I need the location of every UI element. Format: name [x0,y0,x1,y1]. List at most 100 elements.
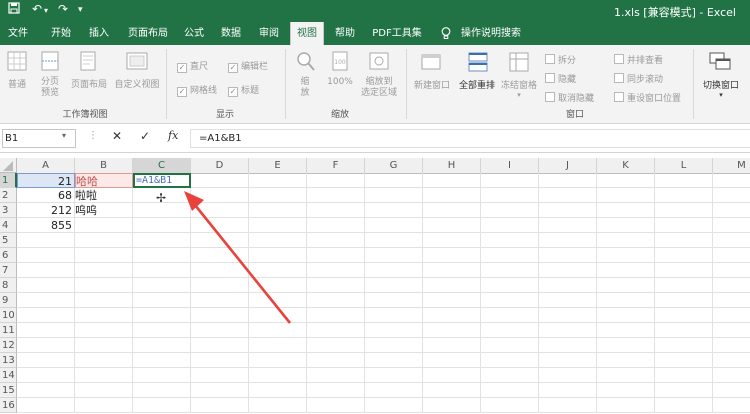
split-button[interactable]: 拆分 [545,53,576,66]
zoom-100-icon[interactable]: 100 [330,51,350,76]
cell-k15[interactable] [597,383,655,398]
cell-b12[interactable] [75,338,133,353]
cell-m8[interactable] [713,278,750,293]
cell-f2[interactable] [307,188,365,203]
cell-f15[interactable] [307,383,365,398]
column-header[interactable]: D [191,158,249,174]
cell-m2[interactable] [713,188,750,203]
cell-b8[interactable] [75,278,133,293]
cell-f16[interactable] [307,398,365,413]
cell-k16[interactable] [597,398,655,413]
cell-c12[interactable] [133,338,191,353]
cell-b13[interactable] [75,353,133,368]
cell-b14[interactable] [75,368,133,383]
ruler-checkbox[interactable]: 直尺 [177,59,208,73]
reset-position-button[interactable]: 重设窗口位置 [614,91,681,104]
cell-k10[interactable] [597,308,655,323]
cell-e12[interactable] [249,338,307,353]
cell-h13[interactable] [423,353,481,368]
cell-h6[interactable] [423,248,481,263]
cell-l1[interactable] [655,173,713,188]
cell-f8[interactable] [307,278,365,293]
cell-e14[interactable] [249,368,307,383]
tab-help[interactable]: 帮助 [330,22,360,45]
column-header[interactable]: F [307,158,365,174]
cell-f5[interactable] [307,233,365,248]
zoom-100-label[interactable]: 100% [324,77,356,87]
cell-e15[interactable] [249,383,307,398]
cell-l16[interactable] [655,398,713,413]
cell-f3[interactable] [307,203,365,218]
column-header[interactable]: M [713,158,750,174]
custom-views-label[interactable]: 自定义视图 [112,77,162,90]
cell-h9[interactable] [423,293,481,308]
cell-j13[interactable] [539,353,597,368]
cell-l7[interactable] [655,263,713,278]
normal-view-icon[interactable] [7,51,27,74]
cell-h7[interactable] [423,263,481,278]
cell-j1[interactable] [539,173,597,188]
cell-i8[interactable] [481,278,539,293]
cell-f12[interactable] [307,338,365,353]
formula-input[interactable]: =A1&B1 [190,129,750,148]
cell-i9[interactable] [481,293,539,308]
tab-page-layout[interactable]: 页面布局 [122,22,174,45]
cell-m9[interactable] [713,293,750,308]
row-header[interactable]: 8 [0,278,17,293]
tab-file[interactable]: 文件 [4,22,32,45]
cell-b7[interactable] [75,263,133,278]
cell-j4[interactable] [539,218,597,233]
tab-view[interactable]: 视图 [290,22,324,45]
cell-g10[interactable] [365,308,423,323]
cell-b1[interactable]: 哈哈 [75,173,133,188]
cell-a7[interactable] [17,263,75,278]
cell-i7[interactable] [481,263,539,278]
cell-b16[interactable] [75,398,133,413]
cell-g1[interactable] [365,173,423,188]
cell-g3[interactable] [365,203,423,218]
cell-l6[interactable] [655,248,713,263]
cell-k3[interactable] [597,203,655,218]
cell-f4[interactable] [307,218,365,233]
cell-a10[interactable] [17,308,75,323]
cell-e16[interactable] [249,398,307,413]
cell-k12[interactable] [597,338,655,353]
row-header[interactable]: 1 [0,173,17,188]
cell-h12[interactable] [423,338,481,353]
cell-i14[interactable] [481,368,539,383]
cell-m7[interactable] [713,263,750,278]
new-window-label[interactable]: 新建窗口 [410,78,454,91]
cell-c15[interactable] [133,383,191,398]
column-header[interactable]: B [75,158,133,174]
customize-toolbar-icon[interactable]: ▾ [78,5,83,15]
column-header[interactable]: J [539,158,597,174]
hide-button[interactable]: 隐藏 [545,72,576,85]
cell-j8[interactable] [539,278,597,293]
cell-j10[interactable] [539,308,597,323]
row-header[interactable]: 15 [0,383,17,398]
row-header[interactable]: 5 [0,233,17,248]
cell-c14[interactable] [133,368,191,383]
redo-icon[interactable]: ↷ [58,2,68,16]
row-header[interactable]: 4 [0,218,17,233]
row-header[interactable]: 14 [0,368,17,383]
row-header[interactable]: 12 [0,338,17,353]
cell-h8[interactable] [423,278,481,293]
cell-k2[interactable] [597,188,655,203]
column-header[interactable]: A [17,158,75,174]
cell-h14[interactable] [423,368,481,383]
cell-j14[interactable] [539,368,597,383]
cell-f1[interactable] [307,173,365,188]
cell-b11[interactable] [75,323,133,338]
unhide-button[interactable]: 取消隐藏 [545,91,594,104]
column-header[interactable]: I [481,158,539,174]
cell-m3[interactable] [713,203,750,218]
view-side-by-side-button[interactable]: 并排查看 [614,53,663,66]
normal-view-label[interactable]: 普通 [2,77,32,90]
cell-d12[interactable] [191,338,249,353]
freeze-panes-icon[interactable] [508,51,530,76]
switch-windows-icon[interactable] [708,51,732,76]
freeze-panes-dropdown-icon[interactable]: ▾ [514,91,524,99]
cell-a15[interactable] [17,383,75,398]
cell-l12[interactable] [655,338,713,353]
